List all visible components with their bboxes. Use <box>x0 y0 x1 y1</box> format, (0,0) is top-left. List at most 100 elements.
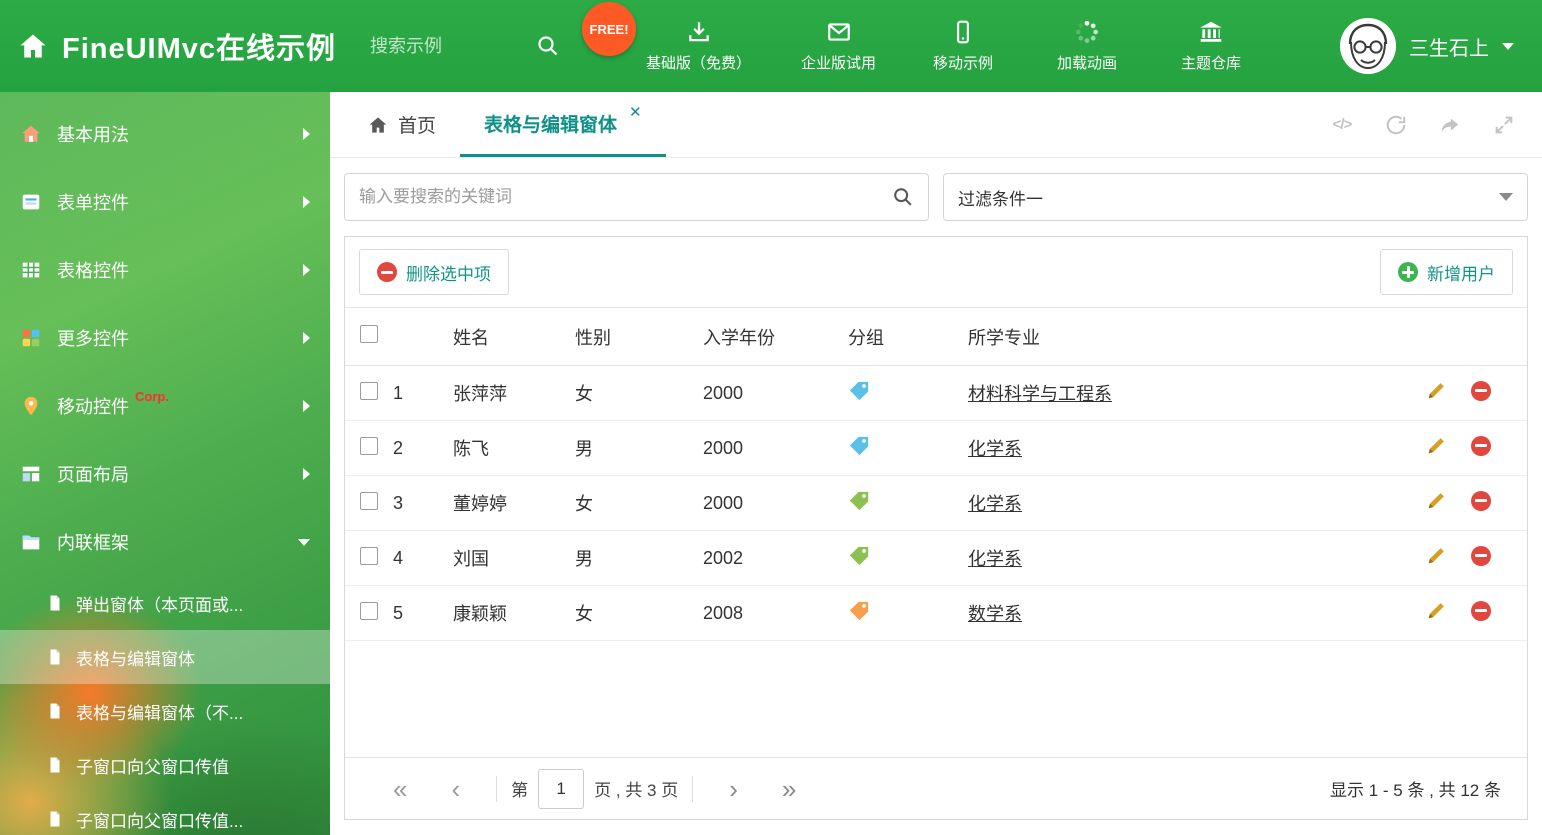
delete-selected-button[interactable]: 删除选中项 <box>359 249 509 295</box>
col-group: 分组 <box>848 307 968 366</box>
cell-year: 2000 <box>703 365 848 421</box>
sidebar-subitem-child-to-parent[interactable]: 子窗口向父窗口传值 <box>0 738 330 792</box>
prev-page-button[interactable]: ‹ <box>429 776 482 802</box>
sidebar-item-label: 移动控件 <box>57 397 129 417</box>
delete-icon[interactable] <box>1471 435 1491 456</box>
delete-icon[interactable] <box>1471 600 1491 621</box>
cell-name: 康颖颖 <box>453 585 575 641</box>
avatar <box>1340 18 1396 74</box>
file-icon <box>50 703 60 719</box>
cell-year: 2008 <box>703 585 848 641</box>
sidebar-item-grid-controls[interactable]: 表格控件 <box>0 236 330 304</box>
tab-grid-edit-window[interactable]: 表格与编辑窗体 ✕ <box>460 92 666 157</box>
tab-bar: 首页 表格与编辑窗体 ✕ </> <box>330 92 1542 158</box>
major-link[interactable]: 数学系 <box>968 604 1022 624</box>
first-page-button[interactable]: « <box>371 776 429 802</box>
keyword-search-box <box>344 173 929 221</box>
chevron-down-icon <box>1499 193 1513 201</box>
row-checkbox[interactable] <box>360 491 378 510</box>
major-link[interactable]: 化学系 <box>968 549 1022 569</box>
nav-item-theme-repo[interactable]: 主题仓库 <box>1174 19 1248 73</box>
user-menu[interactable]: 三生石上 <box>1340 18 1514 74</box>
folder-icon <box>22 535 40 550</box>
sidebar-subitem-popup-window[interactable]: 弹出窗体（本页面或... <box>0 576 330 630</box>
search-icon[interactable] <box>892 186 914 208</box>
header-search-input[interactable] <box>370 35 529 57</box>
sidebar-item-iframe[interactable]: 内联框架 <box>0 508 330 576</box>
major-link[interactable]: 化学系 <box>968 494 1022 514</box>
keyword-search-input[interactable] <box>359 187 892 207</box>
table-row: 5 康颖颖 女 2008 数学系 <box>345 585 1527 641</box>
select-all-checkbox[interactable] <box>360 325 378 343</box>
sidebar-item-page-layout[interactable]: 页面布局 <box>0 440 330 508</box>
form-icon <box>22 194 40 210</box>
tab-home[interactable]: 首页 <box>344 92 460 157</box>
sidebar-item-more-controls[interactable]: 更多控件 <box>0 304 330 372</box>
grid-empty-space <box>345 641 1527 757</box>
sidebar-item-label: 表单控件 <box>57 193 129 213</box>
row-index: 4 <box>393 530 453 586</box>
col-actions <box>1377 307 1527 366</box>
chevron-right-icon <box>303 468 310 480</box>
edit-icon[interactable] <box>1425 490 1447 512</box>
next-page-button[interactable]: › <box>707 776 760 802</box>
edit-icon[interactable] <box>1425 545 1447 567</box>
app-title: FineUIMvc在线示例 <box>62 33 337 65</box>
delete-icon[interactable] <box>1471 545 1491 566</box>
major-link[interactable]: 材料科学与工程系 <box>968 384 1112 404</box>
home-small-icon <box>22 125 40 142</box>
refresh-icon[interactable] <box>1384 113 1408 137</box>
sidebar-subitem-label: 表格与编辑窗体（不... <box>76 703 244 723</box>
expand-icon[interactable] <box>1492 113 1516 137</box>
sidebar-subitem-grid-edit-window-2[interactable]: 表格与编辑窗体（不... <box>0 684 330 738</box>
cell-year: 2002 <box>703 530 848 586</box>
file-icon <box>50 595 60 611</box>
table-row: 4 刘国 男 2002 化学系 <box>345 530 1527 586</box>
sidebar-item-mobile-controls[interactable]: 移动控件 Corp. <box>0 372 330 440</box>
row-checkbox[interactable] <box>360 381 378 400</box>
share-icon[interactable] <box>1438 113 1462 137</box>
chevron-right-icon <box>303 264 310 276</box>
sidebar-subitem-grid-edit-window[interactable]: 表格与编辑窗体 <box>0 630 330 684</box>
app-logo[interactable]: FineUIMvc在线示例 <box>18 25 336 67</box>
row-checkbox[interactable] <box>360 546 378 565</box>
bank-icon <box>1200 21 1222 42</box>
edit-icon[interactable] <box>1425 380 1447 402</box>
sidebar-item-label: 更多控件 <box>57 329 129 349</box>
header-nav: FREE! 基础版（免费） 企业版试用 移动示例 加载动画 主题仓库 <box>582 2 1248 73</box>
sidebar-item-basic-usage[interactable]: 基本用法 <box>0 100 330 168</box>
main-area: 基本用法 表单控件 表格控件 更多控件 移动控件 Corp. 页面布局 内联框架… <box>0 92 1542 835</box>
table-row: 1 张萍萍 女 2000 材料科学与工程系 <box>345 365 1527 421</box>
add-user-button[interactable]: 新增用户 <box>1380 249 1513 295</box>
filter-dropdown[interactable]: 过滤条件一 <box>943 173 1528 221</box>
delete-icon[interactable] <box>1471 490 1491 511</box>
edit-icon[interactable] <box>1425 600 1447 622</box>
sidebar-item-form-controls[interactable]: 表单控件 <box>0 168 330 236</box>
nav-item-basic-edition[interactable]: FREE! 基础版（免费） <box>582 2 751 73</box>
nav-item-loading-animation[interactable]: 加载动画 <box>1050 19 1124 73</box>
nav-label: 移动示例 <box>933 55 994 72</box>
last-page-button[interactable]: » <box>760 776 818 802</box>
search-icon[interactable] <box>536 34 560 58</box>
close-icon[interactable]: ✕ <box>629 103 642 121</box>
row-checkbox[interactable] <box>360 601 378 620</box>
cell-gender: 男 <box>575 530 703 586</box>
sidebar-subitem-label: 弹出窗体（本页面或... <box>76 595 244 615</box>
free-badge: FREE! <box>582 2 637 56</box>
page-number-input[interactable] <box>538 768 585 809</box>
major-link[interactable]: 化学系 <box>968 439 1022 459</box>
source-code-icon[interactable]: </> <box>1330 113 1354 137</box>
edit-icon[interactable] <box>1425 435 1447 457</box>
row-checkbox[interactable] <box>360 436 378 455</box>
table-row: 2 陈飞 男 2000 化学系 <box>345 420 1527 476</box>
cell-gender: 女 <box>575 475 703 531</box>
cell-year: 2000 <box>703 420 848 476</box>
filter-row: 过滤条件一 <box>330 158 1542 236</box>
nav-item-mobile-demo[interactable]: 移动示例 <box>926 19 1000 73</box>
chevron-down-icon <box>1502 42 1514 50</box>
delete-icon[interactable] <box>1471 380 1491 401</box>
sidebar-subitem-child-to-parent-2[interactable]: 子窗口向父窗口传值... <box>0 792 330 835</box>
nav-item-enterprise-trial[interactable]: 企业版试用 <box>801 19 876 73</box>
tab-tools: </> <box>1330 92 1542 157</box>
tab-label: 首页 <box>398 116 437 137</box>
